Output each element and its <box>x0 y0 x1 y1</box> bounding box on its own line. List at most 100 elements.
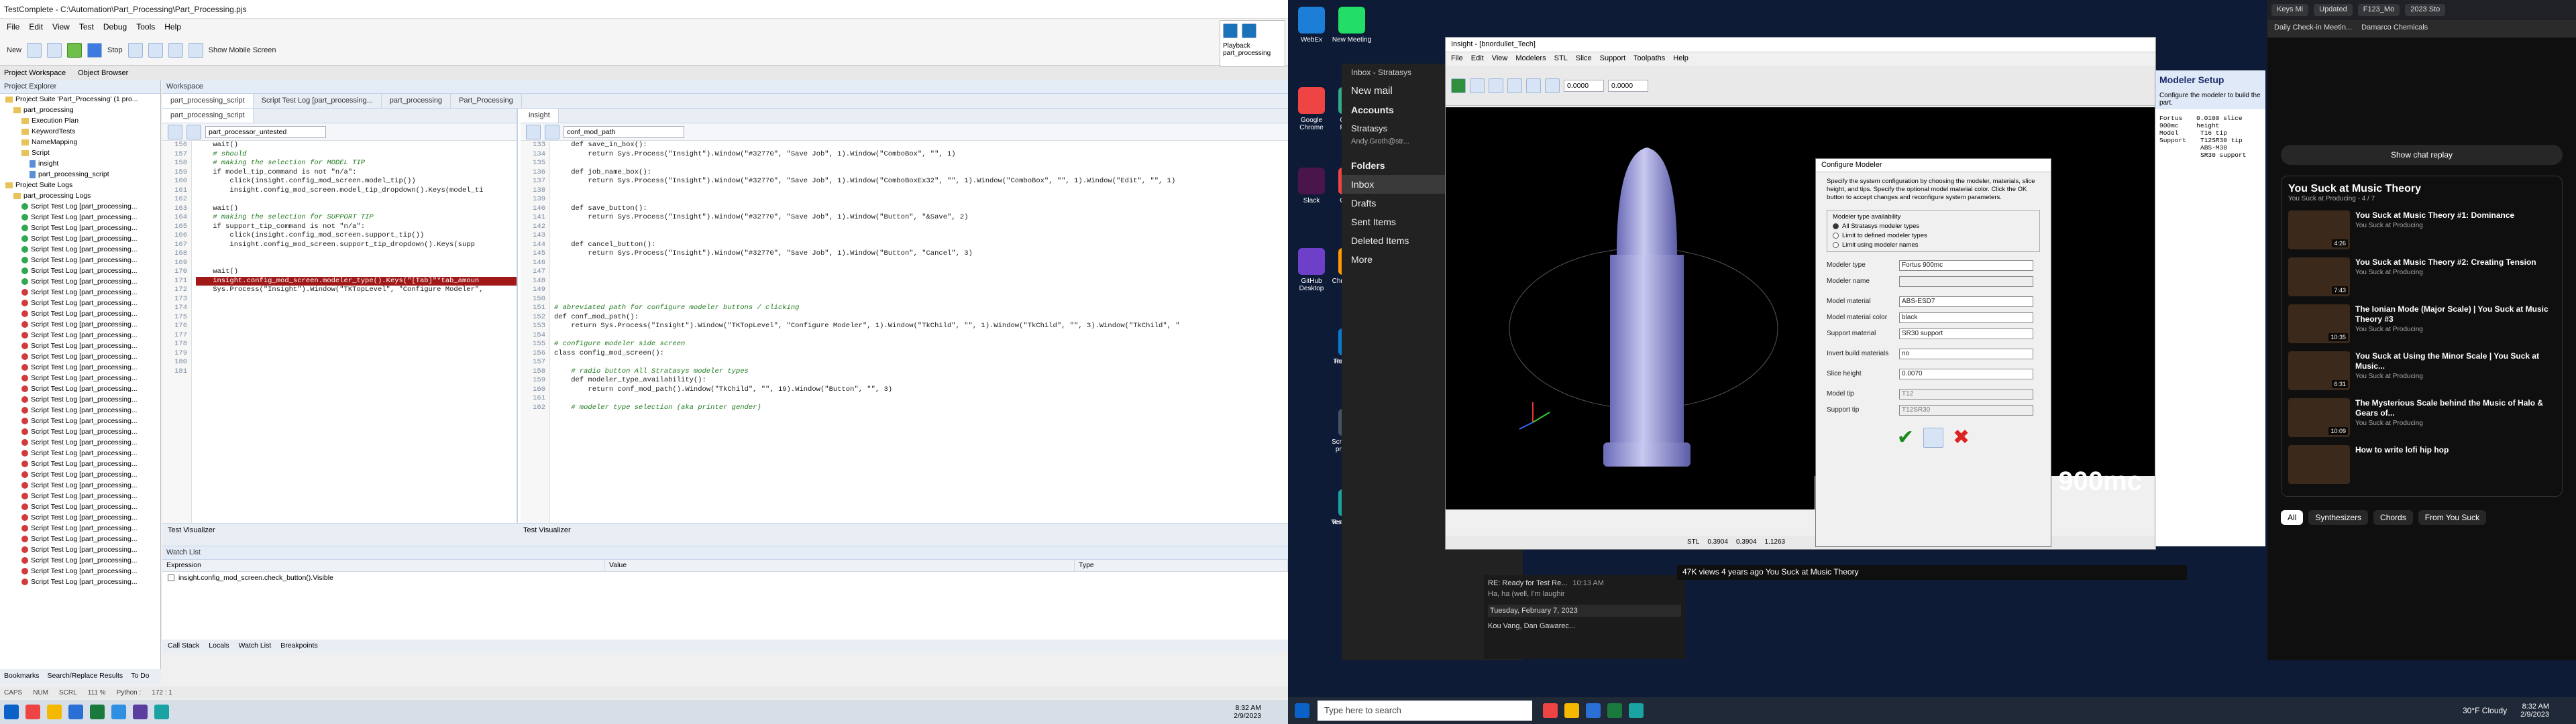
watch-row[interactable]: insight.config_mod_screen.check_button()… <box>162 572 1288 584</box>
code-line[interactable]: return Sys.Process("Insight").Window("#3… <box>554 177 1288 186</box>
calculator-icon[interactable] <box>1923 427 1943 448</box>
insight-menu-item[interactable]: Edit <box>1471 54 1484 64</box>
show-mobile-screen-button[interactable]: Show Mobile Screen <box>209 46 276 54</box>
code-line[interactable] <box>554 295 1288 304</box>
browser-tab[interactable]: Updated <box>2314 4 2353 16</box>
code-lines[interactable]: def save_in_box(): return Sys.Process("I… <box>554 141 1288 523</box>
log-item[interactable]: Script Test Log [part_processing... <box>0 341 160 351</box>
code-line[interactable]: wait() <box>196 267 517 277</box>
log-item[interactable]: Script Test Log [part_processing... <box>0 501 160 512</box>
pause-playback-icon[interactable] <box>1242 23 1256 38</box>
browser-tab[interactable]: Keys Mi <box>2271 4 2309 16</box>
3d-viewport[interactable] <box>1446 107 1815 509</box>
playlist-video[interactable]: 4:26 You Suck at Music Theory #1: Dominan… <box>2288 208 2555 255</box>
code-line[interactable] <box>554 186 1288 196</box>
slice-icon[interactable] <box>1489 78 1503 93</box>
code-line[interactable] <box>196 249 517 259</box>
testcomplete-taskbar-icon[interactable] <box>154 705 169 719</box>
code-line[interactable]: def conf_mod_path(): <box>554 313 1288 322</box>
log-item[interactable]: Script Test Log [part_processing... <box>0 512 160 523</box>
run-icon[interactable] <box>67 42 83 58</box>
availability-radio[interactable]: Limit using modeler names <box>1833 241 2034 249</box>
code-line[interactable] <box>554 331 1288 341</box>
coord-x[interactable]: 0.0000 <box>1564 79 1604 92</box>
log-item[interactable]: Script Test Log [part_processing... <box>0 223 160 233</box>
browser-tab[interactable]: 2023 Sto <box>2405 4 2446 16</box>
stop-icon[interactable] <box>87 42 103 58</box>
code-line[interactable]: return conf_mod_path().Window("TkChild",… <box>554 385 1288 395</box>
bookmark[interactable]: Daily Check-in Meetin... <box>2274 23 2352 34</box>
forward-icon[interactable] <box>545 124 559 139</box>
tree-node[interactable]: KeywordTests <box>0 126 160 137</box>
col-value[interactable]: Value <box>605 560 1075 571</box>
browser-tab[interactable]: F123_Mo <box>2357 4 2400 16</box>
code-line[interactable] <box>196 295 517 304</box>
video-thumbnail[interactable]: 10:09 <box>2288 398 2350 437</box>
ok-check-icon[interactable]: ✔ <box>1897 427 1914 448</box>
mobile-icon[interactable] <box>188 42 203 58</box>
taskbar-search[interactable]: Type here to search <box>1318 701 1532 721</box>
menu-item-view[interactable]: View <box>52 22 70 32</box>
code-line[interactable] <box>196 259 517 268</box>
code-line[interactable]: def save_button(): <box>554 204 1288 214</box>
left-code-area[interactable]: 156 157 158 159 160 161 162 163 164 165 166 167 168 1… <box>162 141 517 523</box>
log-item[interactable]: Script Test Log [part_processing... <box>0 373 160 383</box>
zoom-icon[interactable] <box>1545 78 1560 93</box>
log-item[interactable]: Script Test Log [part_processing... <box>0 394 160 405</box>
testcomplete-taskbar-icon[interactable] <box>1629 703 1644 718</box>
filter-chip[interactable]: Chords <box>2373 510 2413 525</box>
code-line[interactable] <box>196 304 517 313</box>
code-line[interactable]: if model_tip_command is not "n/a": <box>196 168 517 178</box>
code-line[interactable] <box>196 331 517 341</box>
code-line[interactable] <box>196 313 517 322</box>
support-icon[interactable] <box>1507 78 1522 93</box>
menu-item-tools[interactable]: Tools <box>136 22 155 32</box>
teams-taskbar-icon[interactable] <box>133 705 148 719</box>
code-line[interactable]: insight.config_mod_screen.support_tip_dr… <box>196 241 517 250</box>
tree-node[interactable]: part_processing_script <box>0 169 160 180</box>
bottom-left-tab[interactable]: To Do <box>131 672 149 681</box>
radio-checked-icon[interactable] <box>1833 223 1839 229</box>
tree-node[interactable]: Project Suite 'Part_Processing' (1 pro..… <box>0 94 160 105</box>
log-item[interactable]: Script Test Log [part_processing... <box>0 426 160 437</box>
show-chat-replay-button[interactable]: Show chat replay <box>2281 145 2563 165</box>
stop-button[interactable]: Stop <box>107 46 123 54</box>
code-line[interactable] <box>554 231 1288 241</box>
code-line[interactable] <box>554 259 1288 268</box>
insight-menu-item[interactable]: Help <box>1673 54 1688 64</box>
watch-checkbox[interactable] <box>168 575 174 581</box>
tab-insight[interactable]: insight <box>521 109 559 123</box>
playlist-video[interactable]: 6:31 You Suck at Using the Minor Scale | … <box>2288 349 2555 396</box>
code-line[interactable]: def cancel_button(): <box>554 241 1288 250</box>
windows-start-icon[interactable] <box>1295 703 1309 718</box>
code-line[interactable]: # radio button All Stratasys modeler typ… <box>554 367 1288 377</box>
tab-part-processing-script[interactable]: part_processing_script <box>162 109 254 123</box>
code-line[interactable]: wait() <box>196 141 517 150</box>
menu-item-test[interactable]: Test <box>79 22 94 32</box>
workspace-tab[interactable]: part_processing <box>382 94 451 108</box>
debug-tab[interactable]: Breakpoints <box>280 642 317 651</box>
playlist-video[interactable]: 7:43 You Suck at Music Theory #2: Creatin… <box>2288 255 2555 302</box>
log-item[interactable]: Script Test Log [part_processing... <box>0 437 160 448</box>
desktop-icon[interactable]: New Meeting <box>1328 7 1375 44</box>
debug-tab[interactable]: Locals <box>209 642 229 651</box>
code-line[interactable]: def job_name_box(): <box>554 168 1288 178</box>
mail-preview-sender2[interactable]: Kou Vang, Dan Gawarec... <box>1488 622 1681 630</box>
back-icon[interactable] <box>168 124 182 139</box>
playlist-video[interactable]: How to write lofi hip hop <box>2288 442 2555 489</box>
code-line[interactable]: click(insight.config_mod_screen.support_… <box>196 231 517 241</box>
tab-project-workspace[interactable]: Project Workspace <box>4 69 66 77</box>
log-item[interactable]: Script Test Log [part_processing... <box>0 480 160 491</box>
code-line[interactable] <box>554 394 1288 404</box>
code-line[interactable]: # abreviated path for configure modeler … <box>554 304 1288 313</box>
filter-chip[interactable]: Synthesizers <box>2308 510 2369 525</box>
log-item[interactable]: Script Test Log [part_processing... <box>0 298 160 308</box>
coord-y[interactable]: 0.0000 <box>1608 79 1648 92</box>
code-line[interactable] <box>554 195 1288 204</box>
code-line[interactable] <box>196 358 517 367</box>
vscode-taskbar-icon[interactable] <box>111 705 126 719</box>
log-item[interactable]: Script Test Log [part_processing... <box>0 255 160 265</box>
field-dropdown[interactable]: black <box>1899 312 2033 323</box>
insight-menu-item[interactable]: File <box>1451 54 1463 64</box>
col-type[interactable]: Type <box>1075 560 1288 571</box>
